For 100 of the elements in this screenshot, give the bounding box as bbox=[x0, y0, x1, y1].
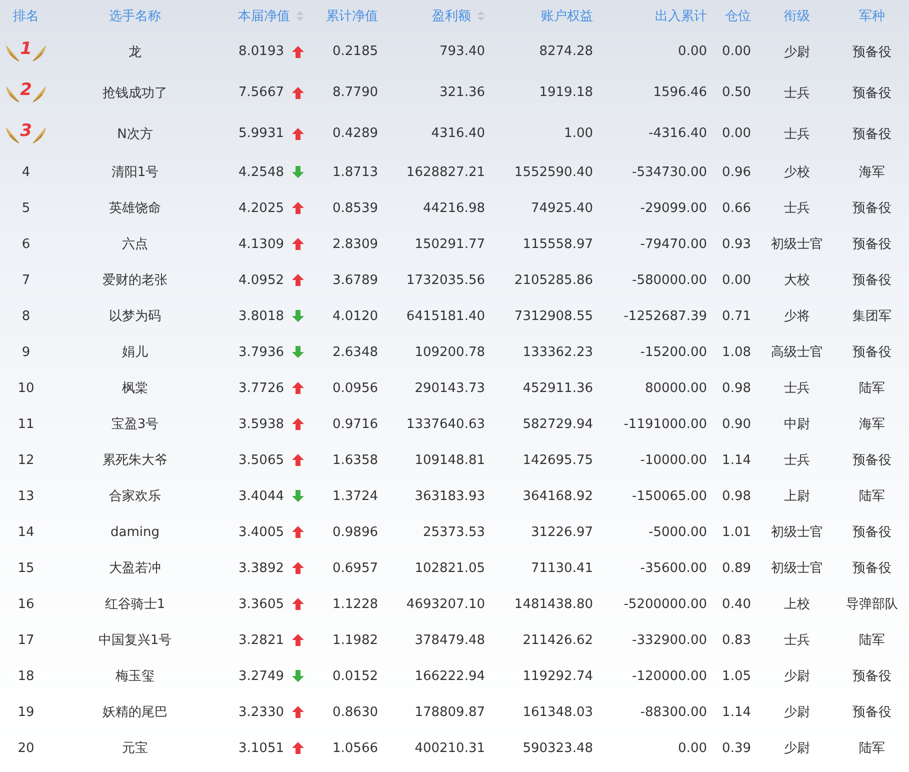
rank-number: 14 bbox=[18, 524, 34, 540]
account-equity: 582729.94 bbox=[522, 416, 593, 432]
cumulative-value: 1.8713 bbox=[332, 164, 378, 180]
cumulative-value: 0.8539 bbox=[332, 200, 378, 216]
cumulative-value: 0.2185 bbox=[332, 44, 378, 59]
column-header[interactable]: 排名 bbox=[13, 6, 39, 24]
net-value: 3.7936 bbox=[238, 344, 284, 360]
rank-title: 少尉 bbox=[784, 44, 810, 60]
position-ratio: 1.14 bbox=[722, 704, 751, 720]
player-name: 合家欢乐 bbox=[109, 488, 161, 505]
net-value: 3.2749 bbox=[238, 668, 284, 684]
net-transfer: 0.00 bbox=[678, 44, 707, 59]
service-branch: 陆军 bbox=[859, 380, 885, 397]
rank-number: 19 bbox=[18, 704, 34, 720]
rank-number: 7 bbox=[22, 272, 30, 288]
column-header[interactable]: 选手名称 bbox=[109, 6, 161, 24]
net-transfer: -1191000.00 bbox=[624, 416, 707, 432]
cumulative-value: 1.1228 bbox=[332, 596, 378, 612]
player-name: N次方 bbox=[117, 126, 153, 142]
profit-amount: 25373.53 bbox=[422, 524, 485, 540]
account-equity: 364168.92 bbox=[522, 488, 593, 504]
net-transfer: -1252687.39 bbox=[624, 308, 707, 324]
position-ratio: 0.96 bbox=[722, 164, 751, 180]
net-transfer: -5000.00 bbox=[648, 524, 707, 540]
service-branch: 预备役 bbox=[852, 126, 892, 142]
profit-amount: 6415181.40 bbox=[406, 308, 485, 324]
column-header[interactable]: 军种 bbox=[859, 6, 885, 24]
service-branch: 陆军 bbox=[859, 740, 885, 757]
net-value: 4.0952 bbox=[238, 272, 284, 288]
service-branch: 预备役 bbox=[852, 200, 892, 217]
position-ratio: 0.93 bbox=[722, 236, 751, 252]
cumulative-value: 3.6789 bbox=[332, 272, 378, 288]
net-value: 3.4005 bbox=[238, 524, 284, 540]
net-transfer: -150065.00 bbox=[632, 488, 707, 504]
net-value: 4.2548 bbox=[238, 164, 284, 180]
rank-title: 大校 bbox=[784, 272, 810, 289]
position-ratio: 0.71 bbox=[722, 308, 751, 324]
column-header[interactable]: 账户权益 bbox=[541, 6, 593, 24]
rank-title: 少尉 bbox=[784, 704, 810, 721]
column-header[interactable]: 盈利额 bbox=[432, 6, 471, 24]
net-value: 3.4044 bbox=[238, 488, 284, 504]
rank-number: 1 bbox=[20, 38, 32, 58]
player-name: 英雄饶命 bbox=[109, 200, 161, 217]
account-equity: 142695.75 bbox=[522, 452, 593, 468]
net-value: 5.9931 bbox=[238, 126, 284, 141]
position-ratio: 0.39 bbox=[722, 740, 751, 756]
account-equity: 133362.23 bbox=[522, 344, 593, 360]
column-header[interactable]: 衔级 bbox=[784, 6, 810, 24]
cumulative-value: 2.6348 bbox=[332, 344, 378, 360]
column-header[interactable]: 本届净值 bbox=[238, 6, 290, 24]
profit-amount: 400210.31 bbox=[414, 740, 485, 756]
rank-title: 中尉 bbox=[784, 416, 810, 433]
profit-amount: 363183.93 bbox=[414, 488, 485, 504]
account-equity: 119292.74 bbox=[522, 668, 593, 684]
service-branch: 预备役 bbox=[852, 704, 892, 721]
service-branch: 预备役 bbox=[852, 84, 892, 102]
player-name: 六点 bbox=[122, 236, 148, 253]
profit-amount: 4316.40 bbox=[431, 126, 485, 141]
cumulative-value: 1.1982 bbox=[332, 632, 378, 648]
net-value: 7.5667 bbox=[238, 85, 284, 100]
net-transfer: -534730.00 bbox=[632, 164, 707, 180]
position-ratio: 1.14 bbox=[722, 452, 751, 468]
player-name: 以梦为码 bbox=[109, 308, 161, 325]
net-value: 3.2821 bbox=[238, 632, 284, 648]
player-name: 妖精的尾巴 bbox=[102, 704, 168, 721]
rank-title: 士兵 bbox=[784, 84, 810, 102]
service-branch: 海军 bbox=[859, 416, 885, 433]
net-transfer: -79470.00 bbox=[640, 236, 707, 252]
service-branch: 预备役 bbox=[852, 344, 892, 361]
rank-number: 11 bbox=[18, 416, 34, 432]
rank-number: 15 bbox=[18, 560, 34, 576]
column-header[interactable]: 仓位 bbox=[725, 6, 751, 24]
rank-number: 20 bbox=[18, 740, 34, 756]
net-transfer: -580000.00 bbox=[632, 272, 707, 288]
column-header[interactable]: 累计净值 bbox=[326, 6, 378, 24]
cumulative-value: 8.7790 bbox=[332, 85, 378, 100]
position-ratio: 0.89 bbox=[722, 560, 751, 576]
cumulative-value: 0.9716 bbox=[332, 416, 378, 432]
position-ratio: 0.90 bbox=[722, 416, 751, 432]
account-equity: 161348.03 bbox=[522, 704, 593, 720]
player-name: daming bbox=[110, 524, 160, 540]
net-transfer: -29099.00 bbox=[640, 200, 707, 216]
net-value: 3.8018 bbox=[238, 308, 284, 324]
position-ratio: 0.50 bbox=[722, 85, 751, 100]
account-equity: 452911.36 bbox=[522, 380, 593, 396]
profit-amount: 378479.48 bbox=[414, 632, 485, 648]
rank-title: 少校 bbox=[784, 164, 810, 181]
rank-number: 9 bbox=[22, 344, 30, 360]
account-equity: 7312908.55 bbox=[514, 308, 593, 324]
profit-amount: 166222.94 bbox=[414, 668, 485, 684]
profit-amount: 109148.81 bbox=[414, 452, 485, 468]
rank-number: 4 bbox=[22, 164, 30, 180]
position-ratio: 1.05 bbox=[722, 668, 751, 684]
player-name: 中国复兴1号 bbox=[98, 632, 172, 649]
player-name: 宝盈3号 bbox=[111, 416, 159, 433]
cumulative-value: 1.6358 bbox=[332, 452, 378, 468]
cumulative-value: 0.8630 bbox=[332, 704, 378, 720]
net-transfer: 0.00 bbox=[678, 740, 707, 756]
rank-number: 6 bbox=[22, 236, 30, 252]
column-header[interactable]: 出入累计 bbox=[655, 6, 707, 24]
